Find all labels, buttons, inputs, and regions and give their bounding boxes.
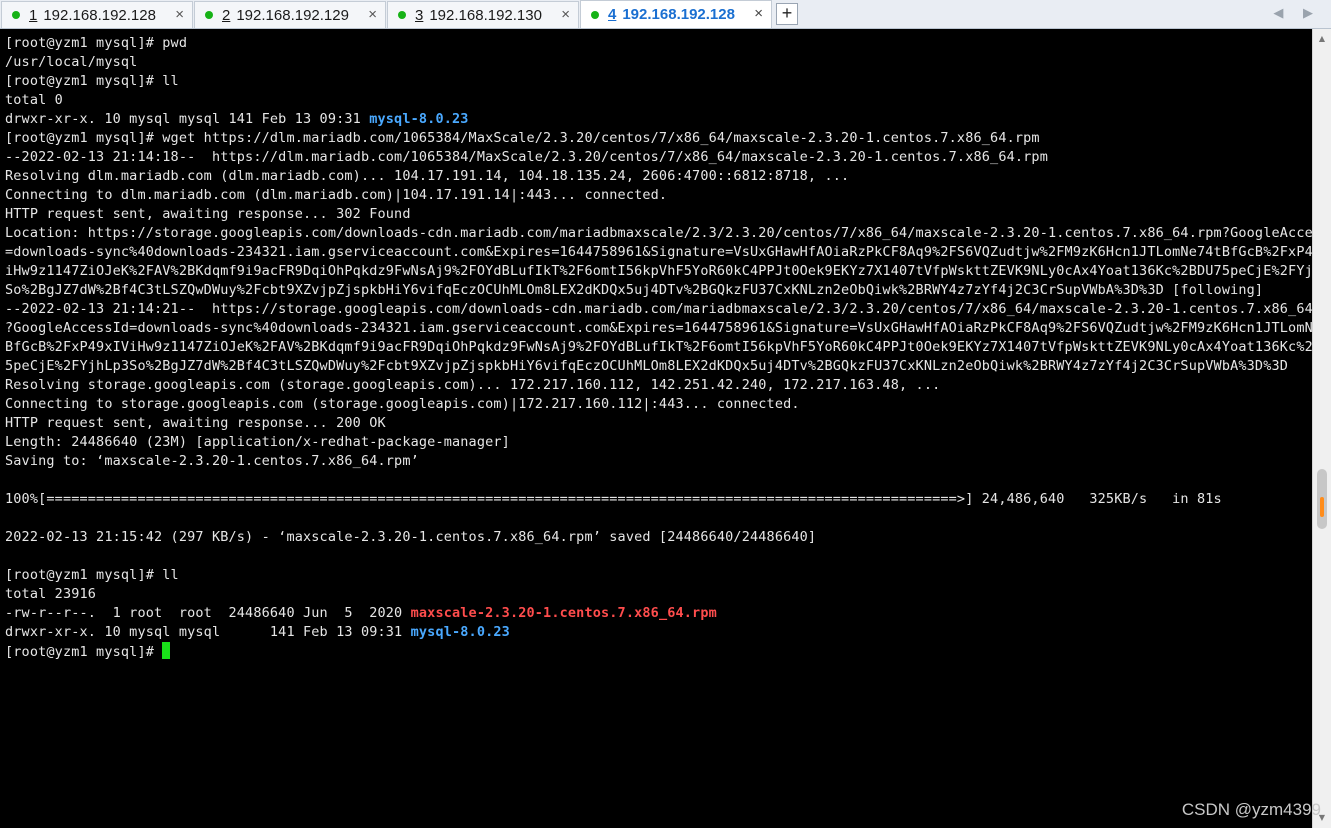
terminal-line: [root@yzm1 mysql]# pwd [5,35,188,51]
terminal-line: [root@yzm1 mysql]# wget https://dlm.mari… [5,130,1040,146]
scrollbar-thumb[interactable] [1317,469,1327,529]
tab-number: 4 [608,6,617,23]
line-text: -rw-r--r--. 1 root root 24486640 Jun 5 2… [5,605,411,621]
close-tab-icon[interactable]: × [175,6,184,23]
terminal-line: 2022-02-13 21:15:42 (297 KB/s) - ‘maxsca… [5,529,817,545]
session-tab-2[interactable]: 2 192.168.192.129 × [194,1,386,28]
tab-label: 192.168.192.130 [429,6,542,24]
tab-number: 1 [29,6,38,24]
terminal-line: Resolving storage.googleapis.com (storag… [5,377,941,393]
terminal-line: iHw9z1147ZiOJeK%2FAV%2BKdqmf9i9acFR9DqiO… [5,263,1312,279]
prompt-text: [root@yzm1 mysql]# [5,644,163,660]
connected-status-icon [398,11,406,19]
terminal-line: [root@yzm1 mysql]# ll [5,567,179,583]
close-tab-icon[interactable]: × [754,5,763,22]
terminal-line: Saving to: ‘maxscale-2.3.20-1.centos.7.x… [5,453,419,469]
terminal-line: /usr/local/mysql [5,54,138,70]
tab-label: 192.168.192.128 [622,6,735,23]
scroll-up-arrow-icon[interactable]: ▲ [1313,31,1331,47]
terminal-line: So%2BgJZ7dW%2Bf4C3tLSZQwDWuy%2Fcbt9XZvjp… [5,282,1264,298]
session-tab-1[interactable]: 1 192.168.192.128 × [1,1,193,28]
connected-status-icon [12,11,20,19]
tab-number: 3 [415,6,424,24]
terminal-line: --2022-02-13 21:14:18-- https://dlm.mari… [5,149,1048,165]
terminal-line: Length: 24486640 (23M) [application/x-re… [5,434,510,450]
line-text: drwxr-xr-x. 10 mysql mysql 141 Feb 13 09… [5,111,370,127]
terminal-line: =downloads-sync%40downloads-234321.iam.g… [5,244,1312,260]
directory-name: mysql-8.0.23 [369,111,469,127]
terminal-line: total 0 [5,92,63,108]
tab-bar: 1 192.168.192.128 × 2 192.168.192.129 × … [0,0,1331,29]
terminal-line: -rw-r--r--. 1 root root 24486640 Jun 5 2… [5,604,717,623]
session-tab-4-active[interactable]: 4 192.168.192.128 × [580,0,772,28]
terminal-line: --2022-02-13 21:14:21-- https://storage.… [5,301,1312,317]
terminal-line: drwxr-xr-x. 10 mysql mysql 141 Feb 13 09… [5,110,469,129]
connected-status-icon [591,10,599,19]
terminal-line: Connecting to dlm.mariadb.com (dlm.maria… [5,187,668,203]
tab-label: 192.168.192.129 [236,6,349,24]
terminal-line: 5peCjE%2FYjhLp3So%2BgJZ7dW%2Bf4C3tLSZQwD… [5,358,1289,374]
terminal-line: BfGcB%2FxP49xIViHw9z1147ZiOJeK%2FAV%2BKd… [5,339,1312,355]
close-tab-icon[interactable]: × [368,6,377,23]
download-progress-line: 100%[===================================… [5,491,1222,507]
terminal-line: Connecting to storage.googleapis.com (st… [5,396,800,412]
terminal-line: HTTP request sent, awaiting response... … [5,206,411,222]
connected-status-icon [205,11,213,19]
terminal-line: Resolving dlm.mariadb.com (dlm.mariadb.c… [5,168,850,184]
close-tab-icon[interactable]: × [561,6,570,23]
terminal-line: HTTP request sent, awaiting response... … [5,415,386,431]
terminal-output[interactable]: [root@yzm1 mysql]# pwd /usr/local/mysql … [0,29,1312,828]
terminal-cursor [162,642,171,659]
line-text: drwxr-xr-x. 10 mysql mysql 141 Feb 13 09… [5,624,411,640]
watermark: CSDN @yzm4399 [1181,800,1321,819]
directory-name: mysql-8.0.23 [410,624,510,640]
tab-label: 192.168.192.128 [43,6,156,24]
vertical-scrollbar[interactable]: ▲ ▼ [1312,29,1331,828]
session-tab-3[interactable]: 3 192.168.192.130 × [387,1,579,28]
prompt-line[interactable]: [root@yzm1 mysql]# [5,642,171,661]
rpm-file-name: maxscale-2.3.20-1.centos.7.x86_64.rpm [410,605,717,621]
new-tab-button[interactable]: + [776,3,798,25]
tab-scroll-arrows-icon[interactable]: ◀ ▶ [1273,5,1321,21]
terminal-line: total 23916 [5,586,97,602]
terminal-line: [root@yzm1 mysql]# ll [5,73,179,89]
terminal-line: Location: https://storage.googleapis.com… [5,225,1312,241]
terminal-line: drwxr-xr-x. 10 mysql mysql 141 Feb 13 09… [5,623,510,642]
terminal-line: ?GoogleAccessId=downloads-sync%40downloa… [5,320,1312,336]
tab-number: 2 [222,6,231,24]
